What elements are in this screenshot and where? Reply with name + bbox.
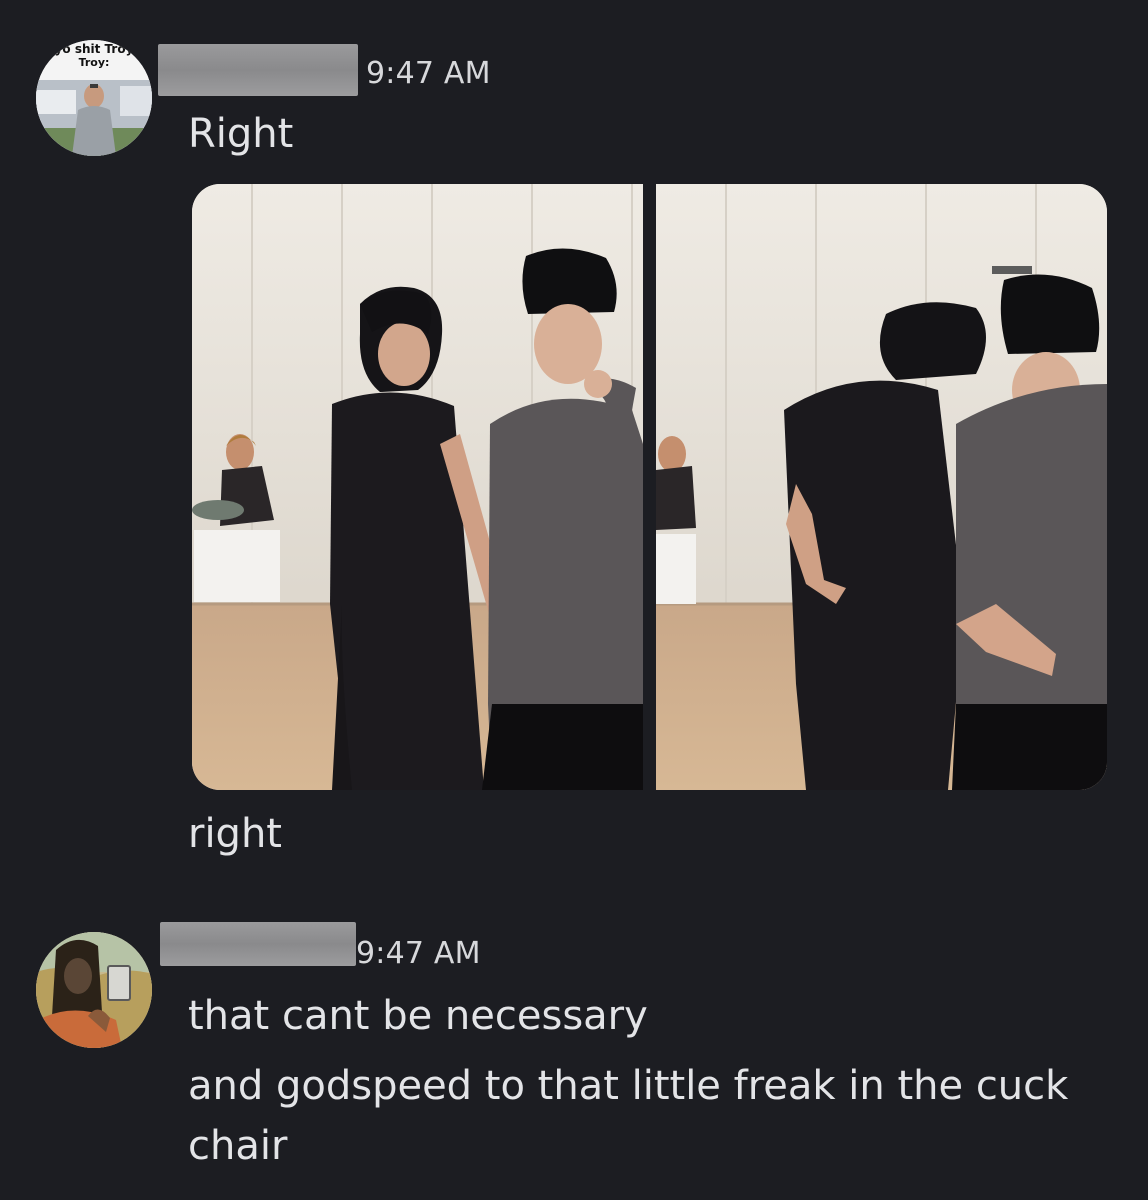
- message-group-1: yo shit Troy Troy: 9:47 AM Right right: [0, 0, 1148, 880]
- message-text: chair: [188, 1123, 288, 1169]
- image-attachment[interactable]: [656, 184, 1107, 790]
- user-avatar[interactable]: [36, 932, 152, 1048]
- message-text: right: [188, 811, 282, 857]
- username-redacted[interactable]: [160, 922, 356, 966]
- avatar-caption-1: yo shit Troy: [54, 42, 134, 56]
- dance-practice-photo: [192, 184, 643, 790]
- avatar-caption-2: Troy:: [78, 56, 110, 69]
- message-timestamp: 9:47 AM: [366, 56, 491, 91]
- username-redacted[interactable]: [158, 44, 358, 96]
- message-group-2: 9:47 AM that cant be necessary and godsp…: [0, 880, 1148, 1200]
- message-text: that cant be necessary: [188, 993, 648, 1039]
- image-attachment[interactable]: [192, 184, 643, 790]
- user-avatar[interactable]: yo shit Troy Troy:: [36, 40, 152, 156]
- message-timestamp: 9:47 AM: [356, 936, 481, 971]
- message-text: Right: [188, 111, 294, 157]
- avatar-image: [36, 932, 152, 1048]
- message-text: and godspeed to that little freak in the…: [188, 1063, 1069, 1109]
- dance-practice-photo: [656, 184, 1107, 790]
